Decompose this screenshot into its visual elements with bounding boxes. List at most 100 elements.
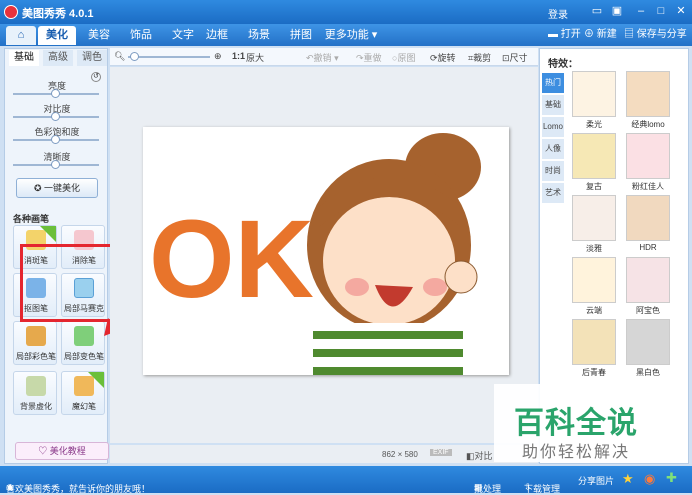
beauty-tutorial-button[interactable]: ♡ 美化教程 [15,442,109,460]
effect-cloud[interactable]: 云端 [568,257,620,316]
new-ribbon-icon [40,226,56,242]
tab-border[interactable]: 边框 [198,26,236,45]
redo-button[interactable]: ↷重做 [356,51,382,64]
undo-icon: ↶ [306,53,314,63]
contrast-slider[interactable] [13,112,99,121]
one-click-beautify-button[interactable]: ✪ 一键美化 [16,178,98,198]
revert-button[interactable]: ○原图 [392,51,415,64]
zoom-slider[interactable] [128,52,210,61]
message-icon[interactable]: ▭ [590,3,604,19]
save-share-label: 保存与分享 [636,29,687,40]
open-label: 打开 [560,29,581,40]
watermark-subtitle: 助你轻松解决 [522,444,631,461]
effect-hdr[interactable]: HDR [622,195,674,252]
folder-icon: ▬ [548,29,561,40]
effect-category-portrait[interactable]: 人像 [542,139,564,159]
home-icon[interactable]: ⌂ [6,26,36,45]
slider-knob[interactable] [51,135,60,144]
app-title: 美图秀秀 4.0.1 [22,8,94,20]
effect-category-lomo[interactable]: Lomo [542,117,564,137]
effect-label: 黑白色 [636,368,660,377]
effect-label: 粉红佳人 [632,182,664,191]
magic-wand-icon: ✪ [33,183,45,193]
exif-badge[interactable]: EXIF [430,449,452,456]
effect-pink-lady[interactable]: 粉红佳人 [622,133,674,192]
slider-knob[interactable] [51,112,60,121]
effect-label: 柔光 [586,120,602,129]
star-icon[interactable]: ★ [622,471,634,487]
tab-decorations[interactable]: 饰品 [122,26,160,45]
effect-soft-light[interactable]: 柔光 [568,71,620,130]
effect-black-white[interactable]: 黑白色 [622,319,674,378]
canvas-toolbar: 🔍︎ ⊕ 1:1 原大 ↶撤销 ▾ ↷重做 ○原图 ⟳旋转 ⌗裁剪 ⊡尺寸 [110,48,538,66]
effect-abao-color[interactable]: 阿宝色 [622,257,674,316]
subtab-color[interactable]: 调色 [77,50,107,66]
close-icon[interactable]: ✕ [674,3,688,19]
effect-thumbnail [572,133,616,179]
effect-category-basic[interactable]: 基础 [542,95,564,115]
tutorial-label: 美化教程 [49,446,86,456]
effect-thumbnail [626,257,670,303]
ratio-label[interactable]: 1:1 [232,51,245,61]
slider-knob[interactable] [51,89,60,98]
effect-category-fashion[interactable]: 时尚 [542,161,564,181]
minimize-icon[interactable]: – [634,3,648,19]
new-button[interactable]: ⊕ 新建 [584,27,617,43]
weibo-icon[interactable]: ◉ [644,471,655,487]
redo-icon: ↷ [356,53,364,63]
title-bar: 美图秀秀 4.0.1 登录 ▭ ▣ – □ ✕ [0,0,692,24]
effect-retro[interactable]: 复古 [568,133,620,192]
image-info-bar: 862 × 580 EXIF ◧对比 [110,445,538,463]
zoom-out-icon[interactable]: 🔍︎ [114,51,125,62]
sharpness-slider[interactable] [13,160,99,169]
compare-label: 对比 [474,451,493,461]
add-icon[interactable]: ✚ [666,470,677,486]
local-recolor-brush-tool[interactable]: 局部变色笔 [61,321,105,365]
ok-text: OK [149,198,314,321]
subtab-basic[interactable]: 基础 [9,50,39,66]
tool-label: 背景虚化 [20,402,52,411]
effect-thumbnail [572,71,616,117]
skin-icon[interactable]: ▣ [610,3,624,19]
original-size-button[interactable]: 原大 [246,51,264,64]
login-link[interactable]: 登录 [548,6,568,21]
effect-thumbnail [626,133,670,179]
crop-button[interactable]: ⌗裁剪 [468,51,491,64]
redo-label: 重做 [363,53,382,63]
undo-button[interactable]: ↶撤销 ▾ [306,51,339,64]
tab-text[interactable]: 文字 [164,26,202,45]
effect-category-hot[interactable]: 热门 [542,73,564,93]
tab-beautify[interactable]: 美化 [38,26,76,45]
tool-label: 魔幻笔 [72,402,96,411]
background-blur-tool[interactable]: 背景虚化 [13,371,57,415]
save-share-button[interactable]: ▤ 保存与分享 [624,27,687,43]
effect-classic-lomo[interactable]: 经典lomo [622,71,674,130]
zoom-knob[interactable] [130,52,139,61]
tab-collage[interactable]: 拼图 [282,26,320,45]
local-color-brush-tool[interactable]: 局部彩色笔 [13,321,57,365]
effect-category-art[interactable]: 艺术 [542,183,564,203]
magic-brush-tool[interactable]: 魔幻笔 [61,371,105,415]
tutorial-icon: ♡ [38,446,50,456]
tool-label: 局部变色笔 [64,352,104,361]
new-ribbon-icon [88,372,104,388]
photo-canvas[interactable]: OK [143,127,509,375]
maximize-icon[interactable]: □ [654,3,668,19]
tab-more-label: 更多功能 [324,29,369,41]
compare-button[interactable]: ◧对比 [466,449,493,462]
one-click-label: 一键美化 [44,183,81,193]
open-button[interactable]: ▬ 打开 [548,27,581,43]
size-button[interactable]: ⊡尺寸 [502,51,528,64]
tab-more[interactable]: 更多功能 ▾ [322,26,380,45]
saturation-slider[interactable] [13,135,99,144]
rotate-button[interactable]: ⟳旋转 [430,51,456,64]
effect-post-youth[interactable]: 后青春 [568,319,620,378]
zoom-in-icon[interactable]: ⊕ [214,51,222,62]
brightness-slider[interactable] [13,89,99,98]
tab-scene[interactable]: 场景 [240,26,278,45]
effect-elegant[interactable]: 淡雅 [568,195,620,254]
tab-makeup[interactable]: 美容 [80,26,118,45]
share-image-button[interactable]: 分享图片 [578,474,614,487]
slider-knob[interactable] [51,160,60,169]
subtab-advanced[interactable]: 高级 [43,50,73,66]
